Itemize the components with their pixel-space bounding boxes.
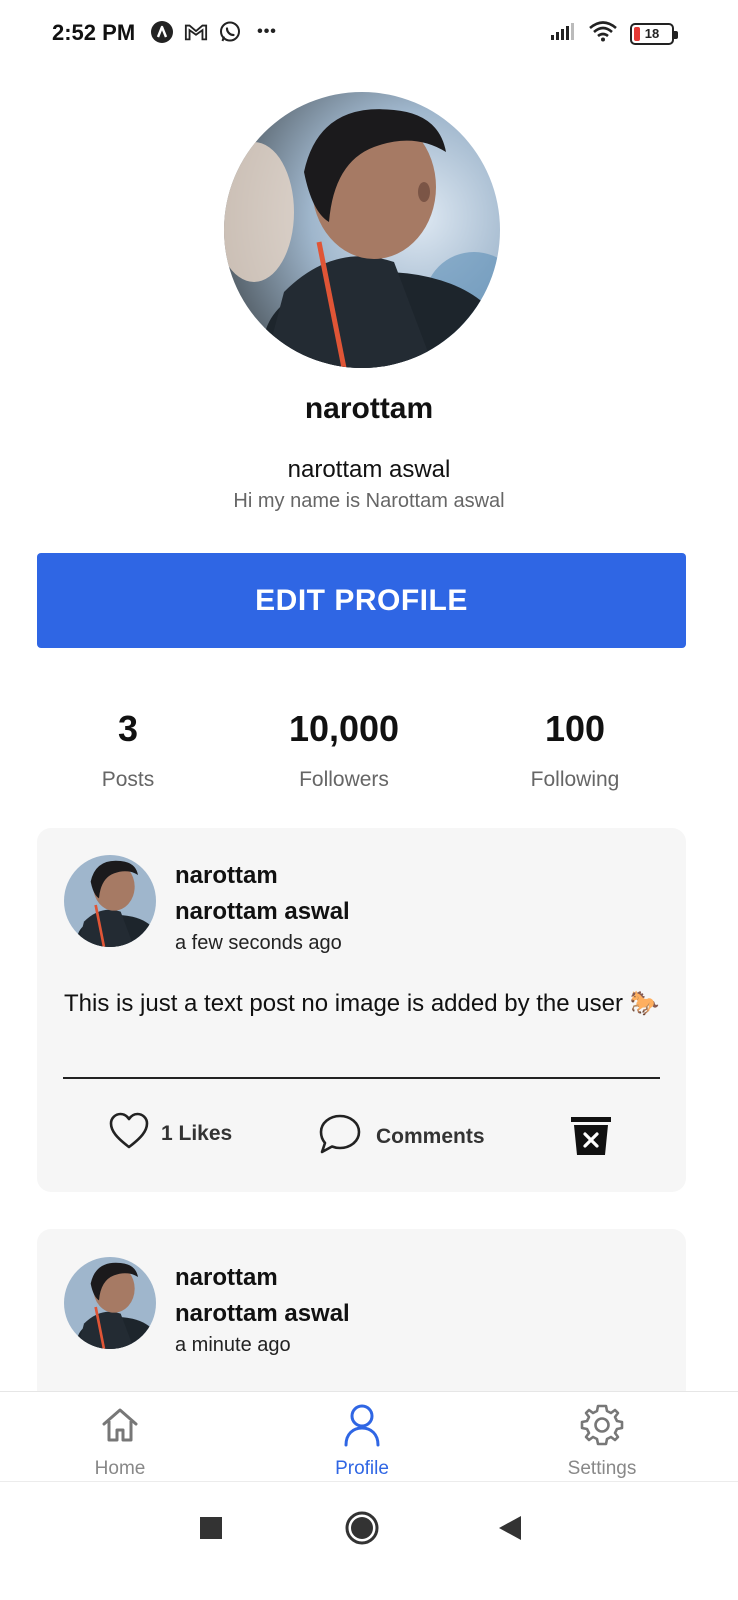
post-divider	[63, 1077, 660, 1079]
nav-settings[interactable]: Settings	[532, 1402, 672, 1480]
post-full-name: narottam aswal	[175, 1300, 350, 1327]
like-button[interactable]: 1 Likes	[109, 1112, 232, 1155]
nav-profile[interactable]: Profile	[292, 1402, 432, 1480]
back-triangle-icon	[497, 1514, 523, 1547]
post-card: narottam narottam aswal a few seconds ag…	[37, 828, 686, 1192]
profile-full-name: narottam aswal	[287, 456, 451, 483]
home-system-button[interactable]	[342, 1510, 382, 1550]
stat-posts-value: 3	[117, 708, 139, 749]
recents-button[interactable]	[191, 1510, 231, 1550]
likes-count: 1 Likes	[161, 1121, 233, 1145]
nav-home-label: Home	[94, 1458, 146, 1479]
stat-following[interactable]: 100 Following	[510, 708, 640, 792]
battery-icon: 18	[630, 22, 678, 45]
nav-home[interactable]: Home	[50, 1402, 190, 1480]
post-text: This is just a text post no image is add…	[64, 990, 660, 1017]
status-time: 2:52 PM	[52, 20, 136, 45]
person-icon	[292, 1402, 432, 1448]
gmail-icon	[184, 20, 208, 44]
stat-posts[interactable]: 3 Posts	[68, 708, 188, 792]
stat-following-value: 100	[544, 708, 606, 749]
stat-followers-label: Followers	[299, 768, 389, 791]
more-icon: •••	[257, 23, 277, 40]
post-timestamp: a minute ago	[175, 1334, 291, 1356]
comments-button[interactable]: Comments	[318, 1112, 485, 1161]
gear-icon	[532, 1402, 672, 1448]
post-avatar[interactable]	[64, 855, 156, 947]
post-full-name: narottam aswal	[175, 898, 350, 925]
profile-bio: Hi my name is Narottam aswal	[233, 490, 505, 512]
heart-icon	[109, 1112, 149, 1155]
nav-profile-label: Profile	[335, 1458, 389, 1479]
square-icon	[199, 1516, 223, 1545]
whatsapp-icon	[218, 20, 242, 44]
status-bar: 2:52 PM ••• 18	[0, 0, 738, 68]
nav-settings-label: Settings	[567, 1458, 637, 1479]
stat-followers-value: 10,000	[288, 708, 400, 749]
stat-followers[interactable]: 10,000 Followers	[262, 708, 426, 792]
profile-username: narottam	[304, 392, 434, 425]
post-username[interactable]: narottam	[175, 1264, 278, 1292]
post-avatar[interactable]	[64, 1257, 156, 1349]
status-system-icons: 18	[550, 20, 678, 47]
profile-avatar[interactable]	[224, 92, 500, 368]
comment-icon	[318, 1112, 362, 1161]
status-notification-icons: •••	[150, 20, 282, 44]
wifi-icon	[588, 20, 618, 47]
bottom-navigation: Home Profile Settings	[0, 1391, 738, 1481]
post-actions: 1 Likes Comments	[37, 1112, 686, 1162]
trash-icon	[570, 1117, 612, 1160]
system-navigation-bar	[0, 1481, 738, 1600]
stat-posts-label: Posts	[101, 768, 155, 791]
app-a-icon	[150, 20, 174, 44]
post-username[interactable]: narottam	[175, 862, 278, 890]
delete-post-button[interactable]	[570, 1116, 612, 1161]
comments-label: Comments	[376, 1124, 485, 1148]
back-system-button[interactable]	[490, 1510, 530, 1550]
battery-level: 18	[644, 26, 660, 41]
signal-icon	[550, 21, 576, 46]
post-timestamp: a few seconds ago	[175, 932, 342, 954]
circle-icon	[344, 1510, 380, 1551]
stat-following-label: Following	[530, 768, 620, 791]
home-icon	[50, 1402, 190, 1448]
edit-profile-button[interactable]: EDIT PROFILE	[37, 553, 686, 648]
